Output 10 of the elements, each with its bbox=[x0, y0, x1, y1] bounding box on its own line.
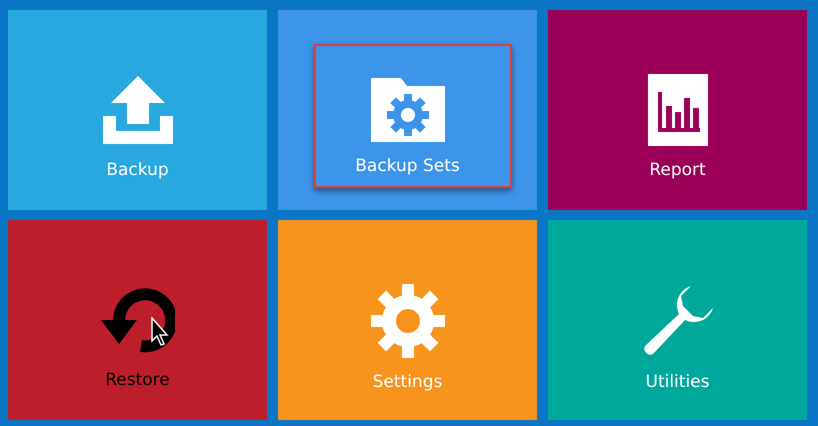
menu-tile[interactable]: Backup bbox=[8, 10, 267, 210]
menu-tile[interactable]: Backup Sets bbox=[278, 10, 537, 210]
menu-tile[interactable]: Settings bbox=[278, 220, 537, 420]
menu-tile[interactable]: Restore bbox=[8, 220, 267, 420]
settings-icon bbox=[370, 284, 444, 358]
menu-tile[interactable]: Utilities bbox=[548, 220, 807, 420]
menu-tile[interactable]: Report bbox=[548, 10, 807, 210]
upload-icon bbox=[102, 74, 174, 146]
bar-chart-icon bbox=[648, 74, 708, 146]
pointer-icon bbox=[151, 317, 169, 347]
